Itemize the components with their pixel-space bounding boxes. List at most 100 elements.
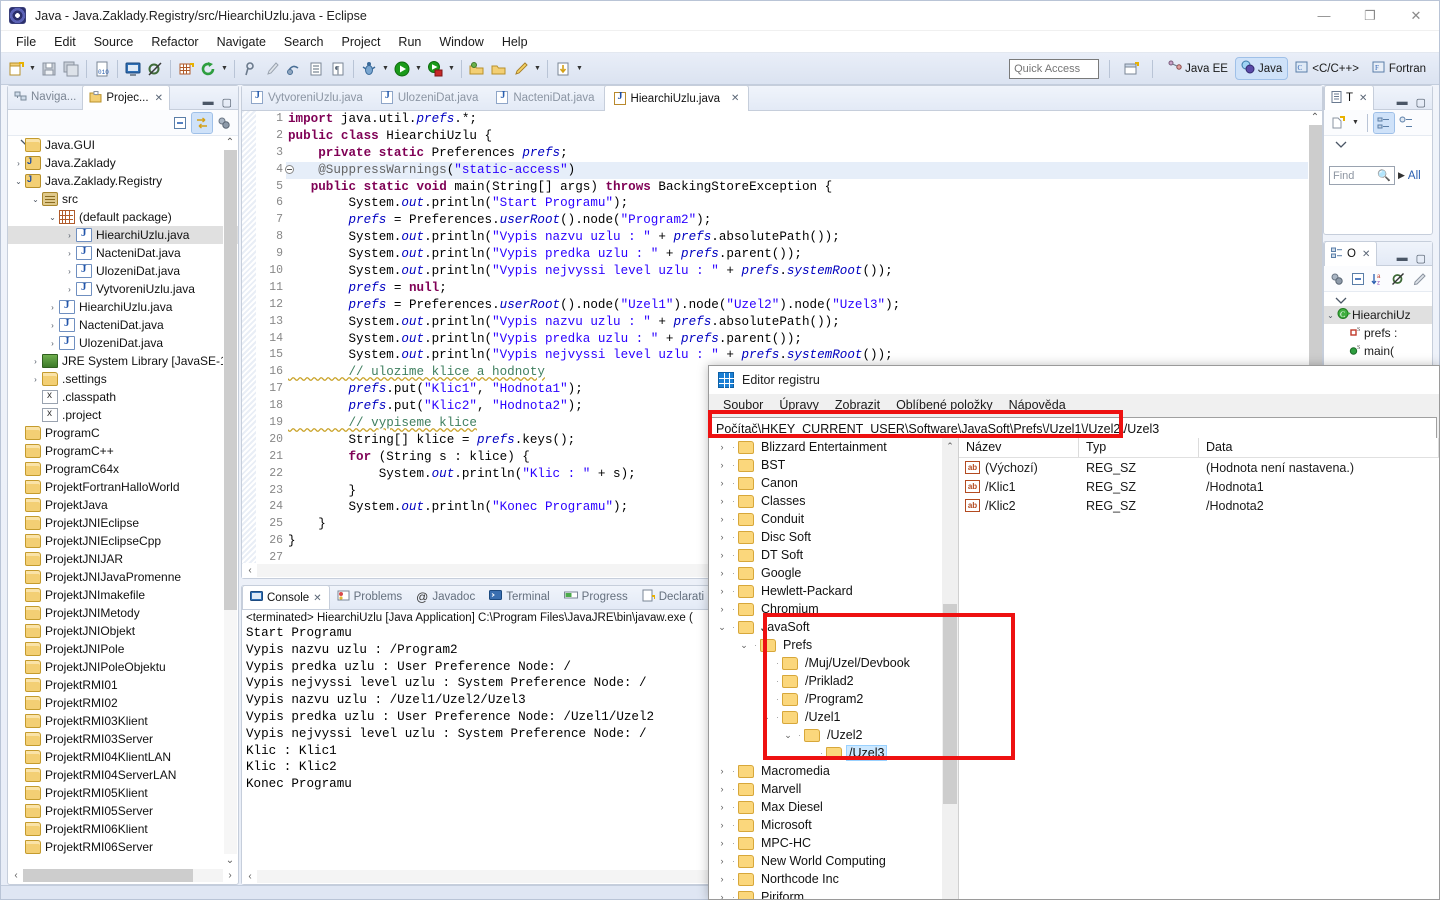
- chevron-down-icon[interactable]: ⌄: [781, 730, 795, 741]
- outline-item[interactable]: ⌄CHiearchiUz: [1324, 306, 1432, 324]
- chevron-right-icon[interactable]: ›: [715, 838, 729, 848]
- menu-item-source[interactable]: Source: [85, 33, 143, 51]
- registry-key-row[interactable]: ›·Canon: [709, 474, 942, 492]
- regedit-menu-zobrazit[interactable]: Zobrazit: [827, 396, 888, 414]
- values-column-header[interactable]: Typ: [1079, 438, 1199, 457]
- chevron-right-icon[interactable]: ›: [715, 496, 729, 506]
- chevron-right-icon[interactable]: ›: [46, 339, 59, 348]
- console-tab-progress[interactable]: Progress: [557, 586, 635, 609]
- registry-key-row[interactable]: ⌄·/Uzel1: [709, 708, 942, 726]
- scroll-left-arrow[interactable]: ‹: [9, 870, 23, 881]
- chevron-right-icon[interactable]: ›: [63, 267, 76, 276]
- tree-item[interactable]: ProjektRMI01: [8, 676, 238, 694]
- tree-item[interactable]: ProjektRMI03Klient: [8, 712, 238, 730]
- tree-item[interactable]: .project: [8, 406, 238, 424]
- tree-item[interactable]: ›UlozeniDat.java: [8, 262, 238, 280]
- tree-item[interactable]: ProjektRMI05Klient: [8, 784, 238, 802]
- registry-key-row[interactable]: ›·Disc Soft: [709, 528, 942, 546]
- perspective-fortran[interactable]: FFortran: [1367, 58, 1431, 79]
- registry-key-row[interactable]: ›·Max Diesel: [709, 798, 942, 816]
- chevron-right-icon[interactable]: ›: [715, 604, 729, 614]
- project-explorer-vscrollbar[interactable]: ⌃ ⌄: [223, 136, 237, 868]
- menu-item-search[interactable]: Search: [275, 33, 333, 51]
- tree-item[interactable]: ›JRE System Library [JavaSE-1: [8, 352, 238, 370]
- regedit-menu-oblibenepolozky[interactable]: Oblíbené položky: [888, 396, 1001, 414]
- tree-item[interactable]: ProgramC: [8, 424, 238, 442]
- find-all-label[interactable]: All: [1408, 170, 1421, 182]
- console-tab-javadoc[interactable]: @Javadoc: [409, 586, 482, 609]
- hscroll-thumb[interactable]: [23, 869, 193, 882]
- chevron-down-icon[interactable]: ⌄: [715, 622, 729, 633]
- code-line[interactable]: public class HiearchiUzlu {: [288, 128, 1308, 145]
- registry-key-row[interactable]: ›·Google: [709, 564, 942, 582]
- edit-pen-icon[interactable]: [510, 57, 532, 81]
- new-dropdown-arrow[interactable]: ▼: [27, 57, 38, 81]
- tree-item[interactable]: ProjektJNIMetody: [8, 604, 238, 622]
- collapse-all-icon[interactable]: [170, 113, 190, 133]
- registry-key-row[interactable]: ·/Priklad2: [709, 672, 942, 690]
- perspective-javaee[interactable]: Java EE: [1163, 58, 1233, 79]
- tree-item[interactable]: ›.settings: [8, 370, 238, 388]
- chevron-right-icon[interactable]: ›: [46, 321, 59, 330]
- code-line[interactable]: System.out.println("Vypis nazvu uzlu : "…: [288, 229, 1308, 246]
- next-annotation-icon[interactable]: [552, 57, 574, 81]
- editor-scroll-up-arrow[interactable]: ⌃: [1311, 111, 1319, 125]
- chevron-down-icon[interactable]: ⌄: [1324, 311, 1337, 320]
- chevron-right-icon[interactable]: ›: [715, 802, 729, 812]
- registry-key-row[interactable]: ›·Macromedia: [709, 762, 942, 780]
- registry-key-row[interactable]: ›·Microsoft: [709, 816, 942, 834]
- registry-values-rows[interactable]: ab(Výchozí)REG_SZ(Hodnota není nastavena…: [959, 458, 1439, 515]
- tab-projec[interactable]: Projec...✕: [82, 85, 170, 110]
- chevron-right-icon[interactable]: ›: [715, 856, 729, 866]
- code-line[interactable]: System.out.println("Vypis predka uzlu : …: [288, 246, 1308, 263]
- tree-item[interactable]: ProjektRMI02: [8, 694, 238, 712]
- regedit-menu-soubor[interactable]: Soubor: [715, 396, 771, 414]
- tab-outline[interactable]: O ✕: [1324, 241, 1377, 266]
- tree-item[interactable]: ProjektRMI06Server: [8, 838, 238, 856]
- project-explorer-tree[interactable]: Java.GUI›Java.Zaklady⌄Java.Zaklady.Regis…: [8, 136, 238, 868]
- menu-item-file[interactable]: File: [7, 33, 45, 51]
- menu-item-window[interactable]: Window: [430, 33, 492, 51]
- run-external-icon[interactable]: [424, 57, 446, 81]
- code-line[interactable]: System.out.println("Start Programu");: [288, 195, 1308, 212]
- chevron-right-icon[interactable]: ›: [715, 766, 729, 776]
- chevron-right-icon[interactable]: ›: [715, 532, 729, 542]
- tab-naviga[interactable]: Naviga...: [8, 85, 82, 109]
- chevron-right-icon[interactable]: ›: [715, 460, 729, 470]
- chevron-right-icon[interactable]: ›: [63, 285, 76, 294]
- new-java-package-icon[interactable]: [175, 57, 197, 81]
- chevron-right-icon[interactable]: ›: [715, 568, 729, 578]
- code-line[interactable]: System.out.println("Vypis nazvu uzlu : "…: [288, 314, 1308, 331]
- registry-value-row[interactable]: ab/Klic1REG_SZ/Hodnota1: [959, 477, 1439, 496]
- registry-key-row[interactable]: ›·Blizzard Entertainment: [709, 438, 942, 456]
- close-icon[interactable]: ✕: [313, 593, 321, 604]
- chevron-right-icon[interactable]: ›: [715, 820, 729, 830]
- console-scroll-left-arrow[interactable]: ‹: [243, 871, 257, 882]
- tree-item[interactable]: ProjektRMI03Server: [8, 730, 238, 748]
- minimize-icon[interactable]: ▬: [203, 96, 214, 109]
- find-next-icon[interactable]: ▶: [1398, 170, 1405, 181]
- reg-scroll-up-arrow[interactable]: ⌃: [946, 438, 954, 454]
- task-find-input[interactable]: Find 🔍: [1329, 166, 1395, 185]
- vscroll-thumb[interactable]: [224, 150, 237, 610]
- minimize-button[interactable]: —: [1301, 1, 1347, 31]
- close-icon[interactable]: ✕: [1362, 249, 1370, 260]
- chevron-right-icon[interactable]: ›: [715, 586, 729, 596]
- refresh-icon[interactable]: [197, 57, 219, 81]
- code-line[interactable]: System.out.println("Vypis predka uzlu : …: [288, 331, 1308, 348]
- tree-item[interactable]: ProjektJNImakefile: [8, 586, 238, 604]
- chevron-down-icon[interactable]: ⌄: [29, 195, 42, 204]
- code-line[interactable]: prefs = Preferences.userRoot().node("Uze…: [288, 297, 1308, 314]
- edit-pen-dropdown-arrow[interactable]: ▼: [532, 57, 543, 81]
- tree-item[interactable]: ProjektJNIPoleObjektu: [8, 658, 238, 676]
- tree-item[interactable]: ⌄src: [8, 190, 238, 208]
- chevron-right-icon[interactable]: ›: [63, 231, 76, 240]
- registry-key-row[interactable]: ›·DT Soft: [709, 546, 942, 564]
- tree-item[interactable]: ProjektRMI06Klient: [8, 820, 238, 838]
- run-icon[interactable]: [391, 57, 413, 81]
- scroll-right-arrow[interactable]: ›: [223, 870, 237, 881]
- new-task-icon[interactable]: [1328, 113, 1348, 133]
- menu-item-help[interactable]: Help: [493, 33, 537, 51]
- tree-item[interactable]: ProjektJNIJavaPromenne: [8, 568, 238, 586]
- maximize-button[interactable]: ❐: [1347, 1, 1393, 31]
